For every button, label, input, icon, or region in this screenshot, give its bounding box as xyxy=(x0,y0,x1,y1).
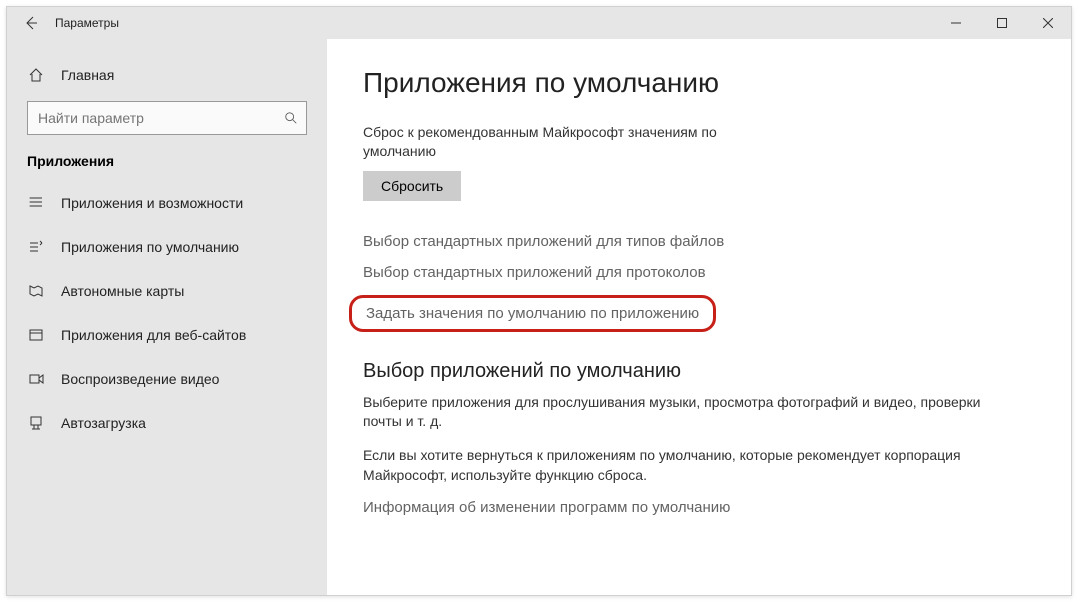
settings-window: Параметры Главная xyxy=(6,6,1072,596)
link-file-types[interactable]: Выбор стандартных приложений для типов ф… xyxy=(363,233,724,250)
search-input[interactable] xyxy=(36,109,284,127)
sidebar-item-startup[interactable]: Автозагрузка xyxy=(7,401,327,445)
sidebar-item-label: Приложения по умолчанию xyxy=(61,239,239,255)
sidebar-item-website-apps[interactable]: Приложения для веб-сайтов xyxy=(7,313,327,357)
section-paragraph-1: Выберите приложения для прослушивания му… xyxy=(363,393,983,432)
sidebar-item-home[interactable]: Главная xyxy=(7,55,327,95)
video-icon xyxy=(27,370,45,388)
sidebar: Главная Приложения Приложения и возможно… xyxy=(7,39,327,595)
home-icon xyxy=(27,66,45,84)
sidebar-item-video-playback[interactable]: Воспроизведение видео xyxy=(7,357,327,401)
sidebar-item-label: Воспроизведение видео xyxy=(61,371,219,387)
website-icon xyxy=(27,326,45,344)
sidebar-item-label: Автозагрузка xyxy=(61,415,146,431)
section-paragraph-2: Если вы хотите вернуться к приложениям п… xyxy=(363,446,983,485)
sidebar-item-default-apps[interactable]: Приложения по умолчанию xyxy=(7,225,327,269)
page-title: Приложения по умолчанию xyxy=(363,67,1031,99)
sidebar-item-label: Приложения и возможности xyxy=(61,195,243,211)
search-container xyxy=(27,101,307,135)
content-area: Приложения по умолчанию Сброс к рекоменд… xyxy=(327,39,1071,595)
maximize-button[interactable] xyxy=(979,7,1025,39)
minimize-button[interactable] xyxy=(933,7,979,39)
reset-description: Сброс к рекомендованным Майкрософт значе… xyxy=(363,123,783,161)
close-button[interactable] xyxy=(1025,7,1071,39)
sidebar-item-label: Приложения для веб-сайтов xyxy=(61,327,246,343)
close-icon xyxy=(1043,18,1053,28)
search-icon xyxy=(284,111,298,125)
sidebar-item-label: Автономные карты xyxy=(61,283,184,299)
search-box[interactable] xyxy=(27,101,307,135)
default-apps-icon xyxy=(27,238,45,256)
arrow-left-icon xyxy=(23,15,39,31)
window-title: Параметры xyxy=(55,16,119,30)
sidebar-item-apps-features[interactable]: Приложения и возможности xyxy=(7,181,327,225)
link-list: Выбор стандартных приложений для типов ф… xyxy=(363,233,1031,332)
startup-icon xyxy=(27,414,45,432)
titlebar: Параметры xyxy=(7,7,1071,39)
map-icon xyxy=(27,282,45,300)
maximize-icon xyxy=(997,18,1007,28)
list-icon xyxy=(27,194,45,212)
section-subhead: Выбор приложений по умолчанию xyxy=(363,360,1031,383)
window-controls xyxy=(933,7,1071,39)
link-change-defaults-info[interactable]: Информация об изменении программ по умол… xyxy=(363,499,730,516)
window-body: Главная Приложения Приложения и возможно… xyxy=(7,39,1071,595)
minimize-icon xyxy=(951,18,961,28)
sidebar-home-label: Главная xyxy=(61,67,114,83)
sidebar-section-label: Приложения xyxy=(7,149,327,181)
link-protocols[interactable]: Выбор стандартных приложений для протоко… xyxy=(363,264,706,281)
sidebar-item-offline-maps[interactable]: Автономные карты xyxy=(7,269,327,313)
reset-button[interactable]: Сбросить xyxy=(363,171,461,201)
back-button[interactable] xyxy=(7,15,55,31)
link-set-by-app[interactable]: Задать значения по умолчанию по приложен… xyxy=(349,295,716,332)
